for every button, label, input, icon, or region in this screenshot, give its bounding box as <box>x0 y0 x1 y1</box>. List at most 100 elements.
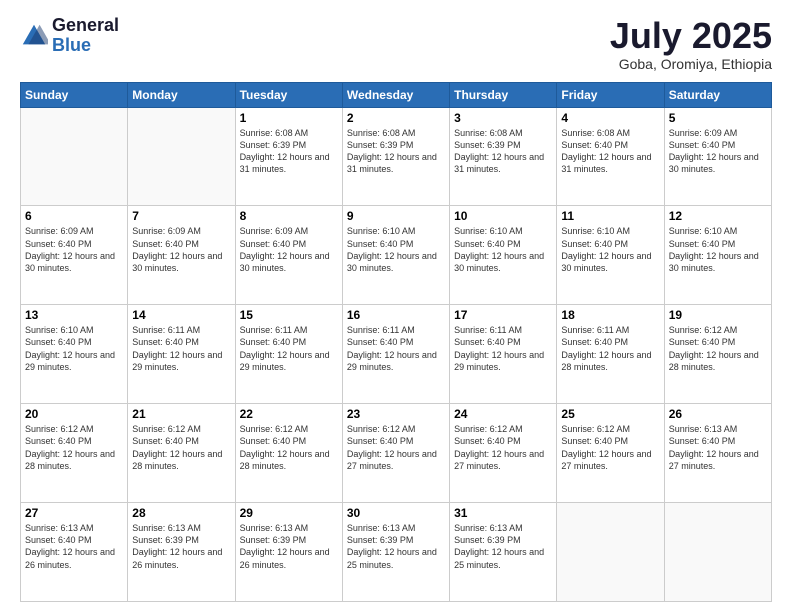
location-subtitle: Goba, Oromiya, Ethiopia <box>610 56 772 72</box>
calendar-cell: 24Sunrise: 6:12 AM Sunset: 6:40 PM Dayli… <box>450 404 557 503</box>
day-number: 7 <box>132 209 230 223</box>
calendar-cell: 5 Sunrise: 6:09 AM Sunset: 6:40 PM Daylig… <box>664 107 771 206</box>
day-number: 29 <box>240 506 338 520</box>
calendar-cell <box>664 503 771 602</box>
day-info: Sunrise: 6:13 AM Sunset: 6:39 PM Dayligh… <box>454 522 552 571</box>
day-info: Sunrise: 6:10 AM Sunset: 6:40 PM Dayligh… <box>561 225 659 274</box>
col-header-wednesday: Wednesday <box>342 82 449 107</box>
day-number: 10 <box>454 209 552 223</box>
day-info: Sunrise: 6:12 AM Sunset: 6:40 PM Dayligh… <box>25 423 123 472</box>
day-info: Sunrise: 6:13 AM Sunset: 6:39 PM Dayligh… <box>240 522 338 571</box>
calendar-week-3: 20 Sunrise: 6:12 AM Sunset: 6:40 PM Dayli… <box>21 404 772 503</box>
day-number: 23 <box>347 407 445 421</box>
day-info: Sunrise: 6:13 AM Sunset: 6:40 PM Dayligh… <box>25 522 123 571</box>
calendar-cell: 10 Sunrise: 6:10 AM Sunset: 6:40 PM Dayli… <box>450 206 557 305</box>
page: General Blue July 2025 Goba, Oromiya, Et… <box>0 0 792 612</box>
logo-general: General <box>52 16 119 36</box>
calendar-week-4: 27 Sunrise: 6:13 AM Sunset: 6:40 PM Dayli… <box>21 503 772 602</box>
day-info: Sunrise: 6:10 AM Sunset: 6:40 PM Dayligh… <box>454 225 552 274</box>
day-number: 16 <box>347 308 445 322</box>
logo-icon <box>20 22 48 50</box>
day-info: Sunrise: 6:08 AM Sunset: 6:40 PM Dayligh… <box>561 127 659 176</box>
day-info: Sunrise: 6:08 AM Sunset: 6:39 PM Dayligh… <box>240 127 338 176</box>
logo-blue: Blue <box>52 36 119 56</box>
logo-text: General Blue <box>52 16 119 56</box>
day-info: Sunrise: 6:09 AM Sunset: 6:40 PM Dayligh… <box>25 225 123 274</box>
calendar-week-1: 6 Sunrise: 6:09 AM Sunset: 6:40 PM Daylig… <box>21 206 772 305</box>
day-number: 15 <box>240 308 338 322</box>
calendar-cell: 3 Sunrise: 6:08 AM Sunset: 6:39 PM Daylig… <box>450 107 557 206</box>
day-info: Sunrise: 6:09 AM Sunset: 6:40 PM Dayligh… <box>132 225 230 274</box>
day-number: 12 <box>669 209 767 223</box>
calendar-week-2: 13Sunrise: 6:10 AM Sunset: 6:40 PM Dayli… <box>21 305 772 404</box>
day-number: 1 <box>240 111 338 125</box>
calendar-cell: 13Sunrise: 6:10 AM Sunset: 6:40 PM Dayli… <box>21 305 128 404</box>
title-section: July 2025 Goba, Oromiya, Ethiopia <box>610 16 772 72</box>
calendar-header-row: SundayMondayTuesdayWednesdayThursdayFrid… <box>21 82 772 107</box>
calendar-cell: 27 Sunrise: 6:13 AM Sunset: 6:40 PM Dayli… <box>21 503 128 602</box>
month-title: July 2025 <box>610 16 772 56</box>
calendar-cell: 1 Sunrise: 6:08 AM Sunset: 6:39 PM Daylig… <box>235 107 342 206</box>
calendar-cell: 15 Sunrise: 6:11 AM Sunset: 6:40 PM Dayli… <box>235 305 342 404</box>
calendar-cell: 29 Sunrise: 6:13 AM Sunset: 6:39 PM Dayli… <box>235 503 342 602</box>
calendar-cell: 25 Sunrise: 6:12 AM Sunset: 6:40 PM Dayli… <box>557 404 664 503</box>
calendar-cell: 6 Sunrise: 6:09 AM Sunset: 6:40 PM Daylig… <box>21 206 128 305</box>
calendar-cell: 8Sunrise: 6:09 AM Sunset: 6:40 PM Daylig… <box>235 206 342 305</box>
calendar-cell: 23 Sunrise: 6:12 AM Sunset: 6:40 PM Dayli… <box>342 404 449 503</box>
calendar-cell: 31 Sunrise: 6:13 AM Sunset: 6:39 PM Dayli… <box>450 503 557 602</box>
day-number: 26 <box>669 407 767 421</box>
calendar-cell <box>128 107 235 206</box>
day-number: 14 <box>132 308 230 322</box>
day-number: 20 <box>25 407 123 421</box>
day-info: Sunrise: 6:12 AM Sunset: 6:40 PM Dayligh… <box>347 423 445 472</box>
day-number: 27 <box>25 506 123 520</box>
day-info: Sunrise: 6:12 AM Sunset: 6:40 PM Dayligh… <box>240 423 338 472</box>
col-header-friday: Friday <box>557 82 664 107</box>
day-info: Sunrise: 6:11 AM Sunset: 6:40 PM Dayligh… <box>347 324 445 373</box>
day-info: Sunrise: 6:12 AM Sunset: 6:40 PM Dayligh… <box>669 324 767 373</box>
day-number: 30 <box>347 506 445 520</box>
calendar-cell: 11 Sunrise: 6:10 AM Sunset: 6:40 PM Dayli… <box>557 206 664 305</box>
col-header-tuesday: Tuesday <box>235 82 342 107</box>
day-number: 22 <box>240 407 338 421</box>
day-info: Sunrise: 6:10 AM Sunset: 6:40 PM Dayligh… <box>669 225 767 274</box>
day-number: 21 <box>132 407 230 421</box>
col-header-monday: Monday <box>128 82 235 107</box>
day-info: Sunrise: 6:12 AM Sunset: 6:40 PM Dayligh… <box>561 423 659 472</box>
calendar-cell: 9Sunrise: 6:10 AM Sunset: 6:40 PM Daylig… <box>342 206 449 305</box>
day-number: 2 <box>347 111 445 125</box>
calendar-cell: 17 Sunrise: 6:11 AM Sunset: 6:40 PM Dayli… <box>450 305 557 404</box>
day-number: 25 <box>561 407 659 421</box>
calendar-cell: 21 Sunrise: 6:12 AM Sunset: 6:40 PM Dayli… <box>128 404 235 503</box>
day-info: Sunrise: 6:11 AM Sunset: 6:40 PM Dayligh… <box>454 324 552 373</box>
day-info: Sunrise: 6:11 AM Sunset: 6:40 PM Dayligh… <box>240 324 338 373</box>
day-number: 3 <box>454 111 552 125</box>
day-info: Sunrise: 6:10 AM Sunset: 6:40 PM Dayligh… <box>25 324 123 373</box>
day-number: 17 <box>454 308 552 322</box>
day-number: 5 <box>669 111 767 125</box>
logo: General Blue <box>20 16 119 56</box>
day-number: 6 <box>25 209 123 223</box>
calendar-week-0: 1 Sunrise: 6:08 AM Sunset: 6:39 PM Daylig… <box>21 107 772 206</box>
calendar-cell: 28Sunrise: 6:13 AM Sunset: 6:39 PM Dayli… <box>128 503 235 602</box>
day-info: Sunrise: 6:08 AM Sunset: 6:39 PM Dayligh… <box>454 127 552 176</box>
calendar-cell: 16 Sunrise: 6:11 AM Sunset: 6:40 PM Dayli… <box>342 305 449 404</box>
day-number: 31 <box>454 506 552 520</box>
day-number: 24 <box>454 407 552 421</box>
calendar-cell <box>21 107 128 206</box>
day-number: 18 <box>561 308 659 322</box>
day-info: Sunrise: 6:12 AM Sunset: 6:40 PM Dayligh… <box>132 423 230 472</box>
day-number: 9 <box>347 209 445 223</box>
col-header-saturday: Saturday <box>664 82 771 107</box>
day-number: 8 <box>240 209 338 223</box>
calendar-table: SundayMondayTuesdayWednesdayThursdayFrid… <box>20 82 772 602</box>
calendar-cell: 22 Sunrise: 6:12 AM Sunset: 6:40 PM Dayli… <box>235 404 342 503</box>
calendar-cell: 4Sunrise: 6:08 AM Sunset: 6:40 PM Daylig… <box>557 107 664 206</box>
calendar-cell: 2 Sunrise: 6:08 AM Sunset: 6:39 PM Daylig… <box>342 107 449 206</box>
header: General Blue July 2025 Goba, Oromiya, Et… <box>20 16 772 72</box>
day-number: 11 <box>561 209 659 223</box>
day-info: Sunrise: 6:09 AM Sunset: 6:40 PM Dayligh… <box>669 127 767 176</box>
day-info: Sunrise: 6:08 AM Sunset: 6:39 PM Dayligh… <box>347 127 445 176</box>
calendar-cell <box>557 503 664 602</box>
day-info: Sunrise: 6:11 AM Sunset: 6:40 PM Dayligh… <box>561 324 659 373</box>
